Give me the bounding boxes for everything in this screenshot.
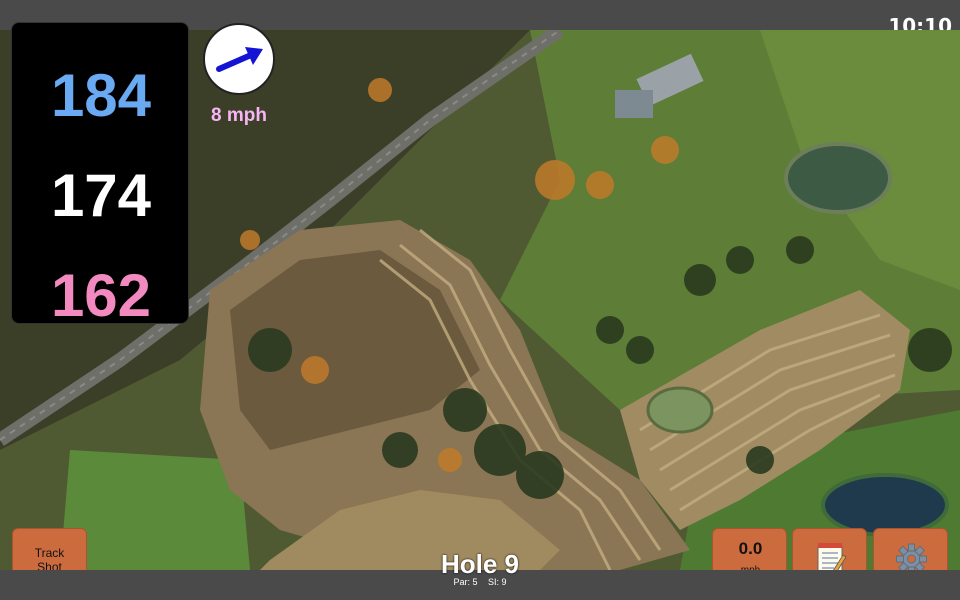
hole-par: Par: 5	[453, 577, 478, 587]
hole-si: SI: 9	[488, 577, 507, 587]
hole-title: Hole 9	[440, 549, 520, 579]
wind-indicator	[203, 23, 275, 95]
hole-info: Par: 5 SI: 9	[380, 577, 580, 587]
track-shot-label-line1: Track	[34, 546, 65, 560]
wind-direction-arrow-icon	[216, 47, 263, 72]
back-distance: 184	[50, 62, 152, 129]
speed-value: 0.0	[738, 539, 763, 558]
wind-speed: 8 mph	[211, 105, 267, 126]
middle-distance: 174	[50, 162, 152, 229]
front-distance: 162	[50, 262, 152, 329]
distance-panel: 184 174 162	[11, 22, 189, 329]
